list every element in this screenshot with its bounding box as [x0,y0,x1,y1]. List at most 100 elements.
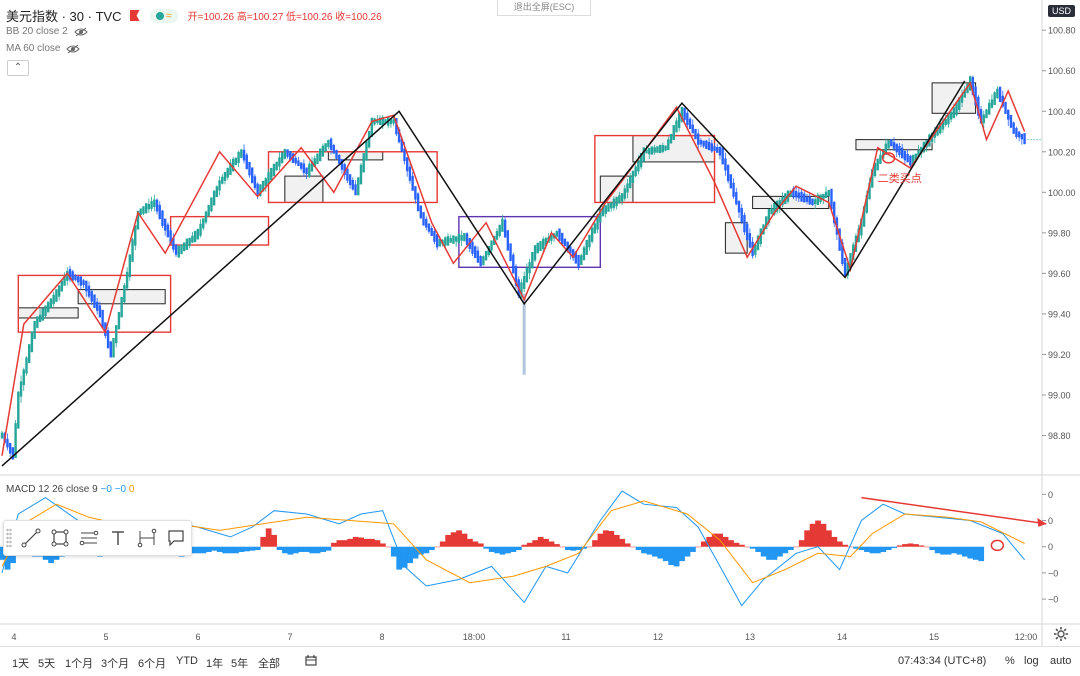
fib-icon[interactable] [74,524,103,552]
macd-hist-bar [401,546,408,568]
compare-icon[interactable] [305,655,317,666]
clock-display[interactable]: 07:43:34 (UTC+8) [898,655,986,667]
macd-hist-bar [826,530,832,547]
price-chart[interactable]: 98.80 99.00 99.20 99.40 99.60 99.80 100.00 100.… [0,0,1080,675]
log-toggle[interactable]: log [1024,655,1039,667]
candle-body [427,223,431,232]
symbol-title[interactable]: 美元指数 · 30 · TVC [6,6,122,25]
macd-hist-bar [526,542,533,547]
ohlc-values: 开=100.26 高=100.27 低=100.26 收=100.26 [187,12,382,23]
candle-body [457,233,461,244]
macd-hist-bar [809,523,816,547]
range-1m[interactable]: 1个月 [65,655,93,671]
candle-body [607,203,610,212]
candle-body [6,438,9,448]
candle-body [414,186,417,200]
macd-hist-bar [352,536,359,547]
macd-hist-bar [782,546,789,554]
macd-hist-bar [619,538,626,547]
indicator-bb[interactable]: BB 20 close 2 [6,26,88,37]
macd-hist-bar [831,536,838,547]
measure-icon[interactable] [132,524,161,552]
eye-icon[interactable] [66,44,81,54]
market-status-badge[interactable]: ≈ [149,8,178,23]
candle-body [998,86,1002,103]
bottom-toolbar: 1天 5天 1个月 3个月 6个月 YTD 1年 5年 全部 07:43:34 … [0,646,1080,676]
macd-hist-bar [423,546,430,554]
macd-hist-bar [211,546,218,551]
eye-icon[interactable] [74,27,88,37]
flag-icon[interactable] [129,10,140,21]
candle-body [49,298,53,308]
indicator-ma[interactable]: MA 60 close [6,43,81,54]
macd-hist-bar [472,541,479,547]
candle-body [120,296,123,318]
candle-body [0,432,4,439]
macd-hist-bar [564,546,571,550]
range-1d[interactable]: 1天 [12,655,29,671]
candle-body [406,157,409,172]
candle-body [204,211,208,223]
candle-body [593,223,597,234]
candle-body [147,203,151,210]
candle-body [577,254,580,268]
candle-body [900,147,904,159]
range-5d[interactable]: 5天 [38,655,55,671]
range-3m[interactable]: 3个月 [101,655,129,671]
candle-body [988,102,991,115]
text-icon[interactable] [103,524,132,552]
range-all[interactable]: 全部 [258,655,280,671]
candle-body [272,163,276,177]
trend-line-icon[interactable] [16,524,45,552]
candle-body [656,146,659,153]
macd-header[interactable]: MACD 12 26 close 9 −0 −0 0 [6,484,134,495]
market-open-icon [155,11,164,20]
macd-hist-bar [646,546,653,555]
macd-hist-bar [309,546,316,554]
range-1y[interactable]: 1年 [206,655,223,671]
exit-fullscreen-button[interactable]: 退出全屏(ESC) [497,0,591,16]
candle-body [1017,131,1021,138]
rectangle-icon[interactable] [45,524,74,552]
drag-handle-icon[interactable] [6,528,12,548]
macd-hist-bar [934,546,941,554]
price-tick-label: 99.20 [1048,350,1071,360]
macd-tick-label: −0 [1048,568,1058,578]
settings-gear-icon[interactable] [1053,626,1069,642]
candle-body [503,219,507,238]
percent-toggle[interactable]: % [1005,655,1015,667]
drawing-toolbar[interactable] [3,520,192,556]
candle-body [185,238,189,250]
range-6m[interactable]: 6个月 [138,655,166,671]
macd-hist-bar [227,546,234,554]
buy-point-label: 二类买点 [878,171,922,185]
range-ytd[interactable]: YTD [176,655,198,667]
candle-body [1015,128,1018,138]
candle-body [335,149,338,159]
macd-hist-bar [771,546,778,560]
time-tick-label: 5 [103,632,108,642]
collapse-legend-button[interactable]: ⌃ [7,60,29,76]
price-tick-label: 99.00 [1048,390,1071,400]
range-5y[interactable]: 5年 [231,655,248,671]
candle-body [44,305,47,317]
candle-body [653,147,656,153]
candle-body [47,301,50,313]
candle-body [125,271,129,289]
auto-toggle[interactable]: auto [1050,655,1071,667]
candle-body [76,276,80,283]
candle-body [1004,101,1007,114]
candle-body [308,163,311,177]
currency-label[interactable]: USD [1048,5,1076,17]
candle-body [906,153,909,163]
macd-value: −0 [100,484,112,495]
macd-hist-bar [554,544,560,547]
macd-hist-bar [298,546,305,552]
candle-body [90,290,93,302]
macd-hist-bar [347,538,354,547]
macd-hist-bar [869,546,876,554]
candle-body [177,246,180,258]
comment-icon[interactable] [161,524,190,552]
candle-body [278,157,281,167]
candle-body [615,196,618,207]
